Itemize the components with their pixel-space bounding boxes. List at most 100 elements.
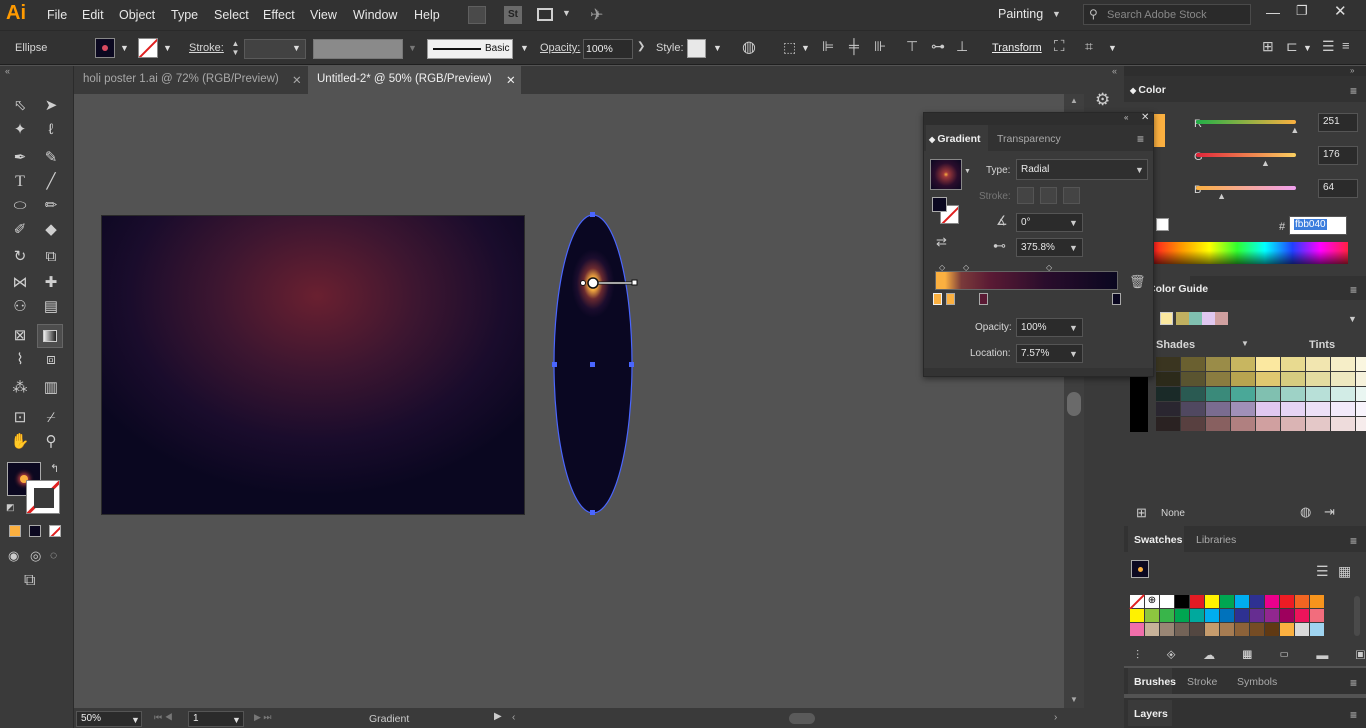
- color-variations-grid[interactable]: [1131, 356, 1366, 432]
- list-view-icon[interactable]: ☰: [1316, 563, 1329, 580]
- scroll-up-icon[interactable]: ▲: [1070, 96, 1078, 105]
- tab-stroke[interactable]: Stroke: [1187, 676, 1217, 688]
- chevron-down-icon[interactable]: ▼: [1069, 243, 1078, 253]
- gpu-performance-icon[interactable]: ✈: [590, 5, 603, 25]
- draw-normal-icon[interactable]: ◉: [8, 548, 19, 564]
- shaper-tool-icon[interactable]: ✐: [8, 219, 32, 241]
- align-top-icon[interactable]: ⊤: [906, 38, 918, 55]
- chevron-down-icon[interactable]: ▼: [408, 43, 417, 53]
- swatch[interactable]: [1250, 595, 1264, 608]
- menu-effect[interactable]: Effect: [263, 8, 295, 22]
- menu-window[interactable]: Window: [353, 8, 397, 22]
- tab-holi-poster[interactable]: holi poster 1.ai @ 72% (RGB/Preview) ✕: [74, 66, 307, 94]
- artboard-tool-icon[interactable]: ⊡: [8, 407, 32, 429]
- draw-behind-icon[interactable]: ◎: [30, 548, 41, 564]
- delete-stop-icon[interactable]: 🗑: [1129, 274, 1146, 290]
- chevron-down-icon[interactable]: ▼: [232, 715, 241, 725]
- rotate-tool-icon[interactable]: ↻: [8, 246, 32, 268]
- chevron-down-icon[interactable]: ▼: [1052, 9, 1061, 19]
- tab-transparency[interactable]: Transparency: [997, 133, 1061, 145]
- menu-file[interactable]: File: [47, 8, 67, 22]
- swatch[interactable]: [1310, 609, 1324, 622]
- gradient-stop[interactable]: [1112, 293, 1121, 305]
- grid-view-icon[interactable]: ▦: [1338, 563, 1351, 580]
- guide-swatch[interactable]: [1281, 402, 1305, 416]
- g-value-input[interactable]: 176: [1318, 146, 1358, 165]
- column-graph-tool-icon[interactable]: ▥: [39, 377, 63, 399]
- draw-inside-icon[interactable]: ◌: [50, 548, 57, 562]
- artboard-rectangle[interactable]: [102, 216, 524, 514]
- brush-definition[interactable]: Basic: [427, 39, 513, 59]
- direct-selection-tool-icon[interactable]: ➤: [39, 95, 63, 117]
- swatch[interactable]: [1129, 594, 1145, 610]
- scale-tool-icon[interactable]: ⧉: [39, 246, 63, 268]
- close-tab-icon[interactable]: ✕: [292, 73, 302, 87]
- swatch-scrollbar[interactable]: [1354, 596, 1360, 636]
- chevron-down-icon[interactable]: ▼: [801, 43, 810, 53]
- guide-swatch[interactable]: [1156, 417, 1180, 431]
- document-canvas[interactable]: [74, 94, 1064, 708]
- shape-mode-icon[interactable]: ⊏: [1286, 38, 1298, 55]
- r-slider[interactable]: [1196, 120, 1296, 124]
- swatch[interactable]: [1190, 595, 1204, 608]
- swatch[interactable]: [1235, 609, 1249, 622]
- panel-menu-icon[interactable]: ≡: [1350, 708, 1357, 722]
- gradient-preview-thumbnail[interactable]: [930, 159, 962, 190]
- guide-swatch[interactable]: [1306, 402, 1330, 416]
- line-tool-icon[interactable]: ╱: [39, 171, 63, 193]
- tab-brushes[interactable]: Brushes: [1134, 676, 1176, 688]
- guide-swatch[interactable]: [1206, 417, 1230, 431]
- tab-symbols[interactable]: Symbols: [1237, 676, 1277, 688]
- type-tool-icon[interactable]: T: [8, 171, 32, 193]
- swatch[interactable]: [1175, 623, 1189, 636]
- swatch[interactable]: [1205, 623, 1219, 636]
- stroke-within-button[interactable]: [1017, 187, 1034, 204]
- guide-swatch[interactable]: [1156, 387, 1180, 401]
- guide-swatch[interactable]: [1356, 357, 1366, 371]
- panel-menu-icon[interactable]: ≡: [1137, 132, 1144, 146]
- guide-swatch[interactable]: [1331, 417, 1355, 431]
- guide-swatch[interactable]: [1181, 417, 1205, 431]
- stroke-across-button[interactable]: [1063, 187, 1080, 204]
- gradient-stop[interactable]: [979, 293, 988, 305]
- color-mode-button[interactable]: [9, 525, 21, 537]
- swatch[interactable]: [1160, 595, 1174, 608]
- blend-tool-icon[interactable]: ⧈: [39, 349, 63, 371]
- mesh-tool-icon[interactable]: ⊠: [8, 325, 32, 347]
- menu-type[interactable]: Type: [171, 8, 198, 22]
- transform-link[interactable]: Transform: [992, 42, 1042, 54]
- guide-swatch[interactable]: [1256, 372, 1280, 386]
- variable-width-profile[interactable]: [313, 39, 403, 59]
- guide-swatch[interactable]: [1231, 372, 1255, 386]
- gradient-tool-icon[interactable]: [37, 324, 63, 348]
- paintbrush-tool-icon[interactable]: ✏: [39, 195, 63, 217]
- ellipse-tool-icon[interactable]: ⬭: [8, 195, 32, 217]
- r-value-input[interactable]: 251: [1318, 113, 1358, 132]
- swatch[interactable]: [1265, 623, 1279, 636]
- guide-swatch[interactable]: [1256, 402, 1280, 416]
- status-menu-arrow-icon[interactable]: ▶: [494, 711, 502, 722]
- slice-tool-icon[interactable]: ⌿: [39, 407, 63, 429]
- swatch[interactable]: [1175, 595, 1189, 608]
- transform-options-icon[interactable]: ⬚: [783, 39, 796, 56]
- guide-swatch[interactable]: [1331, 372, 1355, 386]
- chevron-down-icon[interactable]: ▼: [1069, 218, 1078, 228]
- swatch-toolbar[interactable]: ⫶ ◈ ☁ ▦ ▭ ▬ ▣ 🗑: [1136, 648, 1366, 663]
- scroll-left-icon[interactable]: ‹: [512, 712, 515, 723]
- magic-wand-tool-icon[interactable]: ✦: [8, 119, 32, 141]
- tab-color[interactable]: ◆ Color: [1130, 84, 1166, 96]
- restore-button[interactable]: ❐: [1296, 3, 1308, 19]
- chevron-down-icon[interactable]: ▼: [1069, 349, 1078, 359]
- chevron-down-icon[interactable]: ▼: [520, 43, 529, 53]
- align-right-icon[interactable]: ⊪: [874, 38, 886, 55]
- close-panel-icon[interactable]: ✕: [1141, 112, 1149, 123]
- appearance-panel-icon[interactable]: ⚙: [1095, 90, 1110, 110]
- pen-tool-icon[interactable]: ✒: [8, 147, 32, 169]
- swatch[interactable]: [1265, 609, 1279, 622]
- guide-swatch[interactable]: [1331, 357, 1355, 371]
- stroke-swatch[interactable]: [138, 38, 158, 58]
- chevron-down-icon[interactable]: ▼: [1348, 314, 1357, 324]
- chevron-down-icon[interactable]: ▼: [1069, 323, 1078, 333]
- lasso-tool-icon[interactable]: ℓ: [39, 119, 63, 141]
- workspace-switcher[interactable]: Painting: [998, 7, 1043, 21]
